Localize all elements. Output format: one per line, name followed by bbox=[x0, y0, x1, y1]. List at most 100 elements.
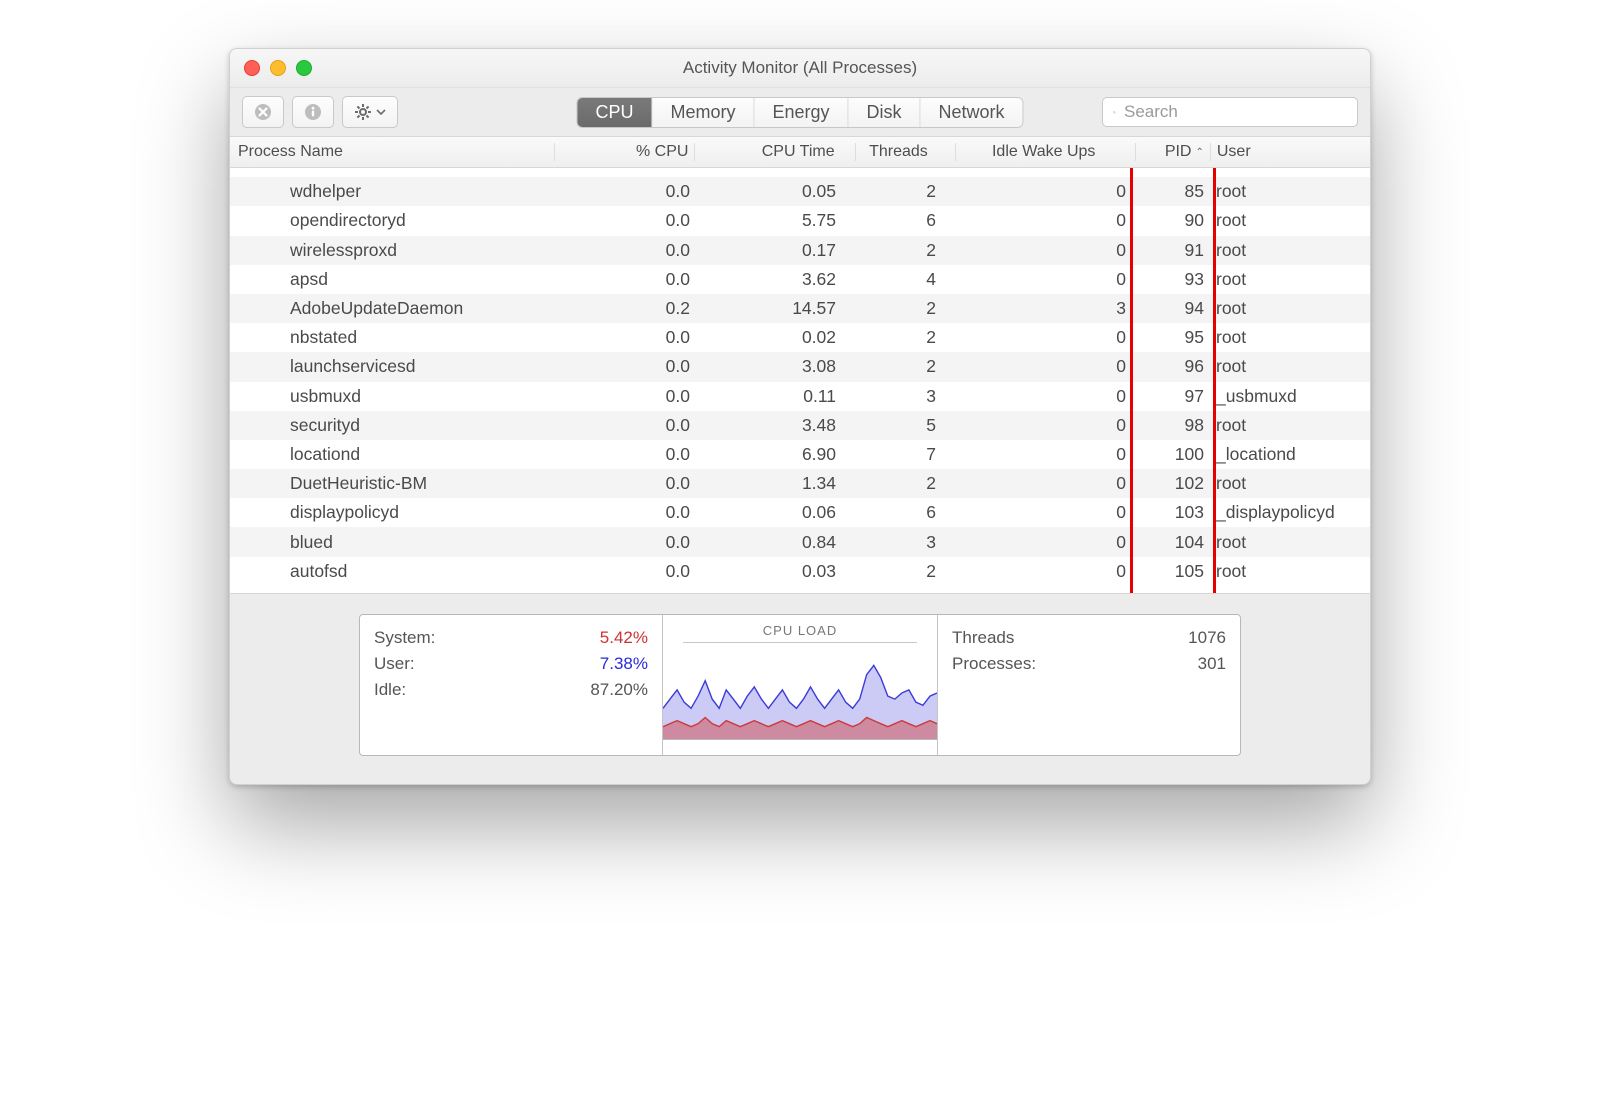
cell-idle-wakeups: 0 bbox=[956, 327, 1136, 348]
table-row[interactable]: AdobeUpdateDaemon0.214.572394root bbox=[230, 294, 1370, 323]
cell-cpu-time: 0.07 bbox=[696, 168, 856, 173]
cell-process-name: wirelessproxd bbox=[230, 240, 556, 261]
cell-pct-cpu: 0.0 bbox=[556, 532, 696, 553]
cell-threads: 3 bbox=[856, 532, 956, 553]
cell-pid: 90 bbox=[1136, 210, 1210, 231]
cell-process-name: autofsd bbox=[230, 561, 556, 582]
stop-process-button[interactable] bbox=[242, 96, 284, 128]
cell-user: root bbox=[1210, 561, 1370, 582]
chevron-down-icon bbox=[376, 107, 386, 117]
cell-threads: 4 bbox=[856, 269, 956, 290]
cell-pid: 104 bbox=[1136, 532, 1210, 553]
table-row[interactable]: AGSService0.00.073084root bbox=[230, 168, 1370, 177]
tab-memory[interactable]: Memory bbox=[652, 98, 754, 127]
cell-pid: 103 bbox=[1136, 502, 1210, 523]
col-header-threads[interactable]: Threads bbox=[856, 143, 956, 161]
cell-cpu-time: 0.05 bbox=[696, 181, 856, 202]
threads-value: 1076 bbox=[1188, 628, 1226, 648]
col-header-process-name[interactable]: Process Name bbox=[230, 143, 554, 161]
cell-idle-wakeups: 0 bbox=[956, 210, 1136, 231]
system-label: System: bbox=[374, 628, 435, 648]
search-icon bbox=[1113, 105, 1116, 120]
table-row[interactable]: displaypolicyd0.00.0660103_displaypolicy… bbox=[230, 498, 1370, 527]
cell-pct-cpu: 0.0 bbox=[556, 168, 696, 173]
cell-pct-cpu: 0.0 bbox=[556, 181, 696, 202]
summary-footer: System:5.42% User:7.38% Idle:87.20% CPU … bbox=[230, 593, 1370, 784]
cell-pid: 105 bbox=[1136, 561, 1210, 582]
idle-value: 87.20% bbox=[590, 680, 648, 700]
table-row[interactable]: DuetHeuristic-BM0.01.3420102root bbox=[230, 469, 1370, 498]
user-label: User: bbox=[374, 654, 415, 674]
table-row[interactable]: usbmuxd0.00.113097_usbmuxd bbox=[230, 382, 1370, 411]
cell-process-name: apsd bbox=[230, 269, 556, 290]
process-table: Process Name % CPU CPU Time Threads Idle… bbox=[230, 136, 1370, 593]
table-row[interactable]: wirelessproxd0.00.172091root bbox=[230, 236, 1370, 265]
col-header-user[interactable]: User bbox=[1211, 143, 1370, 161]
cell-threads: 2 bbox=[856, 327, 956, 348]
options-menu-button[interactable] bbox=[342, 96, 398, 128]
col-header-idle-wakeups[interactable]: Idle Wake Ups bbox=[956, 143, 1135, 161]
cell-pct-cpu: 0.0 bbox=[556, 561, 696, 582]
cell-user: root bbox=[1210, 181, 1370, 202]
tab-disk[interactable]: Disk bbox=[849, 98, 921, 127]
cell-cpu-time: 6.90 bbox=[696, 444, 856, 465]
cell-cpu-time: 1.34 bbox=[696, 473, 856, 494]
table-row[interactable]: autofsd0.00.0320105root bbox=[230, 557, 1370, 586]
table-row[interactable]: opendirectoryd0.05.756090root bbox=[230, 206, 1370, 235]
activity-monitor-window: Activity Monitor (All Processes) bbox=[229, 48, 1371, 785]
tab-network[interactable]: Network bbox=[921, 98, 1023, 127]
cell-idle-wakeups: 0 bbox=[956, 269, 1136, 290]
cell-user: root bbox=[1210, 210, 1370, 231]
inspect-process-button[interactable] bbox=[292, 96, 334, 128]
cell-idle-wakeups: 3 bbox=[956, 298, 1136, 319]
cell-threads: 5 bbox=[856, 415, 956, 436]
cell-process-name: nbstated bbox=[230, 327, 556, 348]
cell-idle-wakeups: 0 bbox=[956, 168, 1136, 173]
col-header-cpu-time[interactable]: CPU Time bbox=[695, 143, 854, 161]
cell-pct-cpu: 0.0 bbox=[556, 356, 696, 377]
table-body[interactable]: AGSService0.00.073084rootwdhelper0.00.05… bbox=[230, 168, 1370, 586]
table-row[interactable]: launchservicesd0.03.082096root bbox=[230, 352, 1370, 381]
info-icon bbox=[304, 103, 322, 121]
search-input[interactable] bbox=[1122, 101, 1347, 123]
cell-process-name: opendirectoryd bbox=[230, 210, 556, 231]
col-header-pct-cpu[interactable]: % CPU bbox=[555, 143, 694, 161]
cell-cpu-time: 5.75 bbox=[696, 210, 856, 231]
cell-user: _locationd bbox=[1210, 444, 1370, 465]
cell-threads: 3 bbox=[856, 386, 956, 407]
cell-threads: 2 bbox=[856, 561, 956, 582]
cell-pid: 94 bbox=[1136, 298, 1210, 319]
table-row[interactable]: locationd0.06.9070100_locationd bbox=[230, 440, 1370, 469]
titlebar: Activity Monitor (All Processes) bbox=[230, 49, 1370, 88]
tab-cpu[interactable]: CPU bbox=[577, 98, 652, 127]
table-row[interactable]: wdhelper0.00.052085root bbox=[230, 177, 1370, 206]
cell-process-name: locationd bbox=[230, 444, 556, 465]
cell-idle-wakeups: 0 bbox=[956, 502, 1136, 523]
cell-user: root bbox=[1210, 240, 1370, 261]
cell-pid: 93 bbox=[1136, 269, 1210, 290]
threads-label: Threads bbox=[952, 628, 1014, 648]
cell-pid: 85 bbox=[1136, 181, 1210, 202]
search-field[interactable] bbox=[1102, 97, 1358, 127]
cell-threads: 2 bbox=[856, 298, 956, 319]
cell-cpu-time: 3.08 bbox=[696, 356, 856, 377]
cell-idle-wakeups: 0 bbox=[956, 356, 1136, 377]
gear-icon bbox=[354, 103, 372, 121]
table-row[interactable]: nbstated0.00.022095root bbox=[230, 323, 1370, 352]
cell-pid: 84 bbox=[1136, 168, 1210, 173]
cell-pid: 102 bbox=[1136, 473, 1210, 494]
cell-user: root bbox=[1210, 473, 1370, 494]
cell-process-name: AGSService bbox=[230, 168, 556, 173]
tab-energy[interactable]: Energy bbox=[754, 98, 848, 127]
table-row[interactable]: apsd0.03.624093root bbox=[230, 265, 1370, 294]
table-row[interactable]: blued0.00.8430104root bbox=[230, 527, 1370, 556]
table-row[interactable]: securityd0.03.485098root bbox=[230, 411, 1370, 440]
cell-idle-wakeups: 0 bbox=[956, 532, 1136, 553]
col-header-pid[interactable]: PID⌃ bbox=[1136, 143, 1210, 161]
cell-threads: 3 bbox=[856, 168, 956, 173]
cell-pid: 91 bbox=[1136, 240, 1210, 261]
cell-user: root bbox=[1210, 168, 1370, 173]
cell-idle-wakeups: 0 bbox=[956, 561, 1136, 582]
chart-title: CPU LOAD bbox=[663, 623, 937, 638]
cell-threads: 2 bbox=[856, 181, 956, 202]
